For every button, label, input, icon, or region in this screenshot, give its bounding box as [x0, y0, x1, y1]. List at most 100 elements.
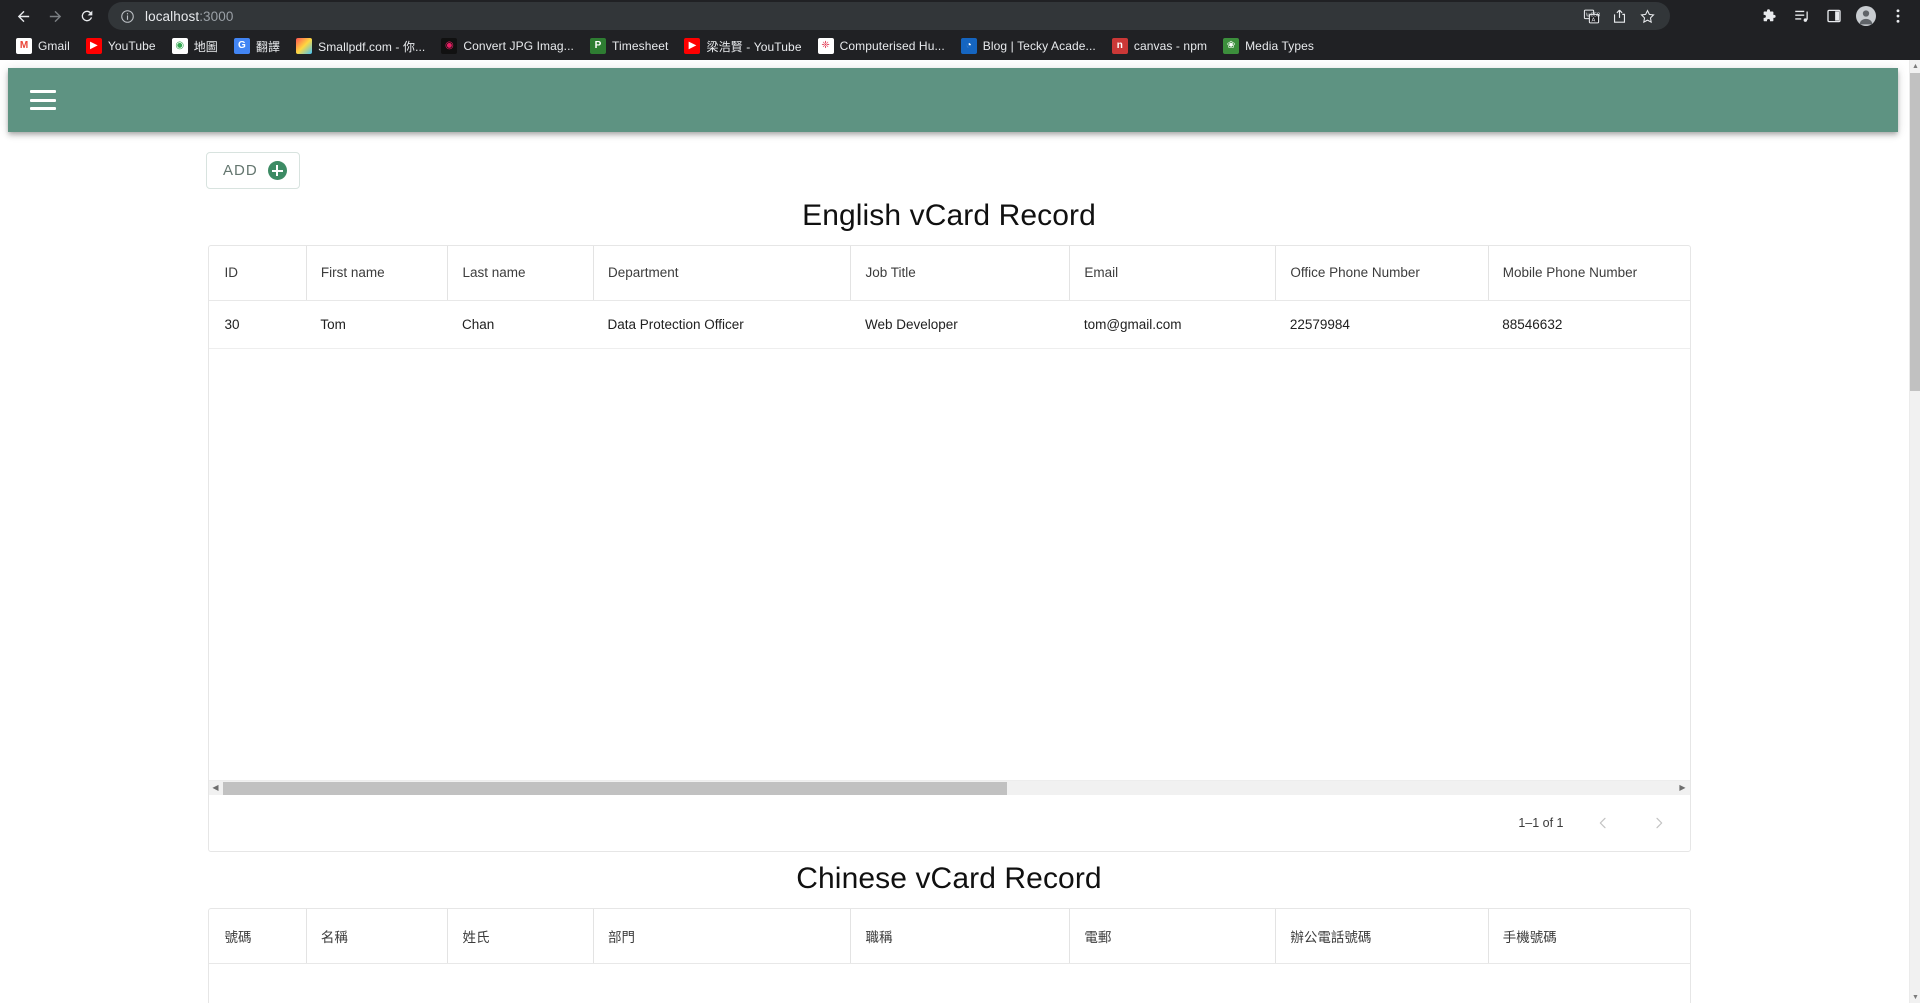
scroll-right-arrow-icon[interactable]: ▶ [1676, 781, 1690, 796]
bookmark-item[interactable]: G 翻譯 [228, 35, 288, 58]
page-viewport: ADD English vCard Record ID First name L… [0, 60, 1920, 1003]
column-header-office-phone-zh[interactable]: 辦公電話號碼 [1275, 909, 1489, 964]
cell-last-name: Chan [447, 300, 594, 349]
profile-avatar-icon[interactable] [1852, 2, 1880, 30]
bookmark-label: 翻譯 [255, 39, 281, 54]
column-header-email-zh[interactable]: 電郵 [1069, 909, 1276, 964]
chevron-left-icon[interactable] [1586, 806, 1620, 840]
vertical-scrollbar-thumb[interactable] [1910, 73, 1920, 391]
bookmark-label: canvas - npm [1133, 39, 1208, 53]
chevron-right-icon[interactable] [1642, 806, 1676, 840]
column-header-id-zh[interactable]: 號碼 [208, 909, 307, 964]
side-panel-icon[interactable] [1820, 2, 1848, 30]
omnibox-actions: \u6587A [1578, 3, 1660, 29]
cell-office-phone: 22579984 [1275, 300, 1489, 349]
bookmark-item[interactable]: ❈ Computerised Hu... [812, 35, 953, 57]
hamburger-menu-icon[interactable] [30, 90, 56, 110]
translate-icon[interactable]: \u6587A [1578, 3, 1604, 29]
column-header-mobile-phone-zh[interactable]: 手機號碼 [1487, 909, 1690, 964]
table-row[interactable] [208, 963, 1690, 1003]
bookmark-label: Media Types [1245, 39, 1314, 53]
bookmark-item[interactable]: ◔ Blog | Tecky Acade... [955, 35, 1104, 57]
column-header-last-name[interactable]: Last name [447, 246, 594, 301]
bookmark-label: Blog | Tecky Acade... [982, 39, 1096, 53]
column-header-email[interactable]: Email [1069, 246, 1276, 301]
english-table-body: 30 Tom Chan Data Protection Officer Web … [208, 300, 1690, 349]
horizontal-scrollbar-track[interactable] [222, 781, 1676, 796]
bookmarks-bar: M Gmail ▶ YouTube ◉ 地圖 G 翻譯 Smallpdf.com - 你… [0, 32, 1920, 60]
translate-bookmark-icon: G [233, 38, 250, 54]
bookmark-item[interactable]: ▶ 梁浩賢 - YouTube [678, 35, 809, 58]
column-header-department-zh[interactable]: 部門 [592, 909, 851, 964]
horizontal-scrollbar-thumb[interactable] [222, 781, 1008, 795]
info-circle-icon[interactable] [120, 9, 135, 24]
tecky-blog-icon: ◔ [960, 38, 977, 54]
share-icon[interactable] [1606, 3, 1632, 29]
add-button-row: ADD [0, 132, 1898, 189]
chinese-table-head: 號碼 名稱 姓氏 部門 職稱 電郵 辦公電話號碼 手機號碼 組織 [208, 909, 1690, 964]
url-port: :3000 [199, 8, 234, 24]
column-header-first-name-zh[interactable]: 名稱 [305, 909, 448, 964]
bookmark-item[interactable]: ◉ 地圖 [166, 35, 226, 58]
english-table-wrapper: ID First name Last name Department Job T… [208, 246, 1690, 780]
scroll-down-arrow-icon[interactable]: ▼ [1910, 991, 1920, 1003]
bookmark-item[interactable]: M Gmail [10, 35, 78, 57]
forward-button[interactable] [40, 2, 70, 30]
bookmark-item[interactable]: n canvas - npm [1106, 35, 1215, 57]
browser-toolbar: localhost:3000 \u6587A [0, 0, 1920, 32]
column-header-job-title[interactable]: Job Title [850, 246, 1070, 301]
bookmark-item[interactable]: ◉ Convert JPG Imag... [435, 35, 582, 57]
scroll-up-arrow-icon[interactable]: ▲ [1910, 60, 1920, 72]
add-button-label: ADD [223, 162, 258, 179]
column-header-office-phone[interactable]: Office Phone Number [1275, 246, 1489, 301]
column-header-mobile-phone[interactable]: Mobile Phone Number [1487, 246, 1690, 301]
back-button[interactable] [8, 2, 38, 30]
reading-list-icon[interactable] [1788, 2, 1816, 30]
url-host: localhost [145, 8, 200, 24]
horizontal-scrollbar[interactable]: ◀ ▶ [208, 780, 1690, 796]
cell-email: tom@gmail.com [1069, 300, 1276, 349]
table-header-row: ID First name Last name Department Job T… [208, 246, 1690, 301]
computerised-hu-icon: ❈ [817, 38, 834, 54]
bookmark-item[interactable]: Smallpdf.com - 你... [290, 35, 433, 58]
chinese-section-title: Chinese vCard Record [796, 862, 1102, 895]
bookmark-label: 梁浩賢 - YouTube [706, 39, 802, 54]
convert-jpg-icon: ◉ [441, 38, 458, 54]
three-dot-menu-icon[interactable] [1884, 2, 1912, 30]
table-row[interactable]: 30 Tom Chan Data Protection Officer Web … [208, 300, 1690, 349]
add-button[interactable]: ADD [206, 152, 300, 189]
english-section-title: English vCard Record [802, 199, 1096, 232]
english-pagination: 1–1 of 1 [209, 795, 1690, 851]
star-icon[interactable] [1634, 3, 1660, 29]
english-table-scroll-area: ID First name Last name Department Job T… [208, 246, 1690, 780]
pagination-range-label: 1–1 of 1 [1518, 816, 1564, 830]
cell-department: Data Protection Officer [593, 300, 851, 349]
browser-window: localhost:3000 \u6587A [0, 0, 1920, 1003]
column-header-id[interactable]: ID [208, 246, 307, 301]
npm-icon: n [1111, 38, 1128, 54]
english-table-head: ID First name Last name Department Job T… [208, 246, 1690, 301]
app-header-bar [8, 68, 1898, 132]
column-header-department[interactable]: Department [592, 246, 851, 301]
bookmark-label: Convert JPG Imag... [463, 39, 574, 53]
navigation-buttons [8, 2, 102, 30]
bookmark-label: Gmail [38, 39, 70, 53]
scroll-left-arrow-icon[interactable]: ◀ [209, 781, 223, 796]
column-header-job-title-zh[interactable]: 職稱 [850, 909, 1070, 964]
omnibox-container: localhost:3000 \u6587A [108, 2, 1750, 30]
page-vertical-scrollbar[interactable]: ▲ ▼ [1909, 60, 1920, 1003]
bookmark-label: Timesheet [611, 39, 669, 53]
cell-job-title: Web Developer [850, 300, 1070, 349]
address-bar[interactable]: localhost:3000 \u6587A [108, 2, 1670, 30]
svg-text:A: A [1591, 17, 1595, 23]
youtube-icon: ▶ [85, 38, 102, 54]
reload-button[interactable] [72, 2, 102, 30]
puzzle-icon[interactable] [1756, 2, 1784, 30]
bookmark-item[interactable]: ❀ Media Types [1217, 35, 1322, 57]
bookmark-item[interactable]: ▶ YouTube [80, 35, 164, 57]
bookmark-item[interactable]: P Timesheet [584, 35, 676, 57]
cell-first-name: Tom [306, 300, 448, 349]
column-header-last-name-zh[interactable]: 姓氏 [447, 909, 594, 964]
column-header-first-name[interactable]: First name [305, 246, 448, 301]
chinese-records-table: 號碼 名稱 姓氏 部門 職稱 電郵 辦公電話號碼 手機號碼 組織 [208, 909, 1690, 1003]
